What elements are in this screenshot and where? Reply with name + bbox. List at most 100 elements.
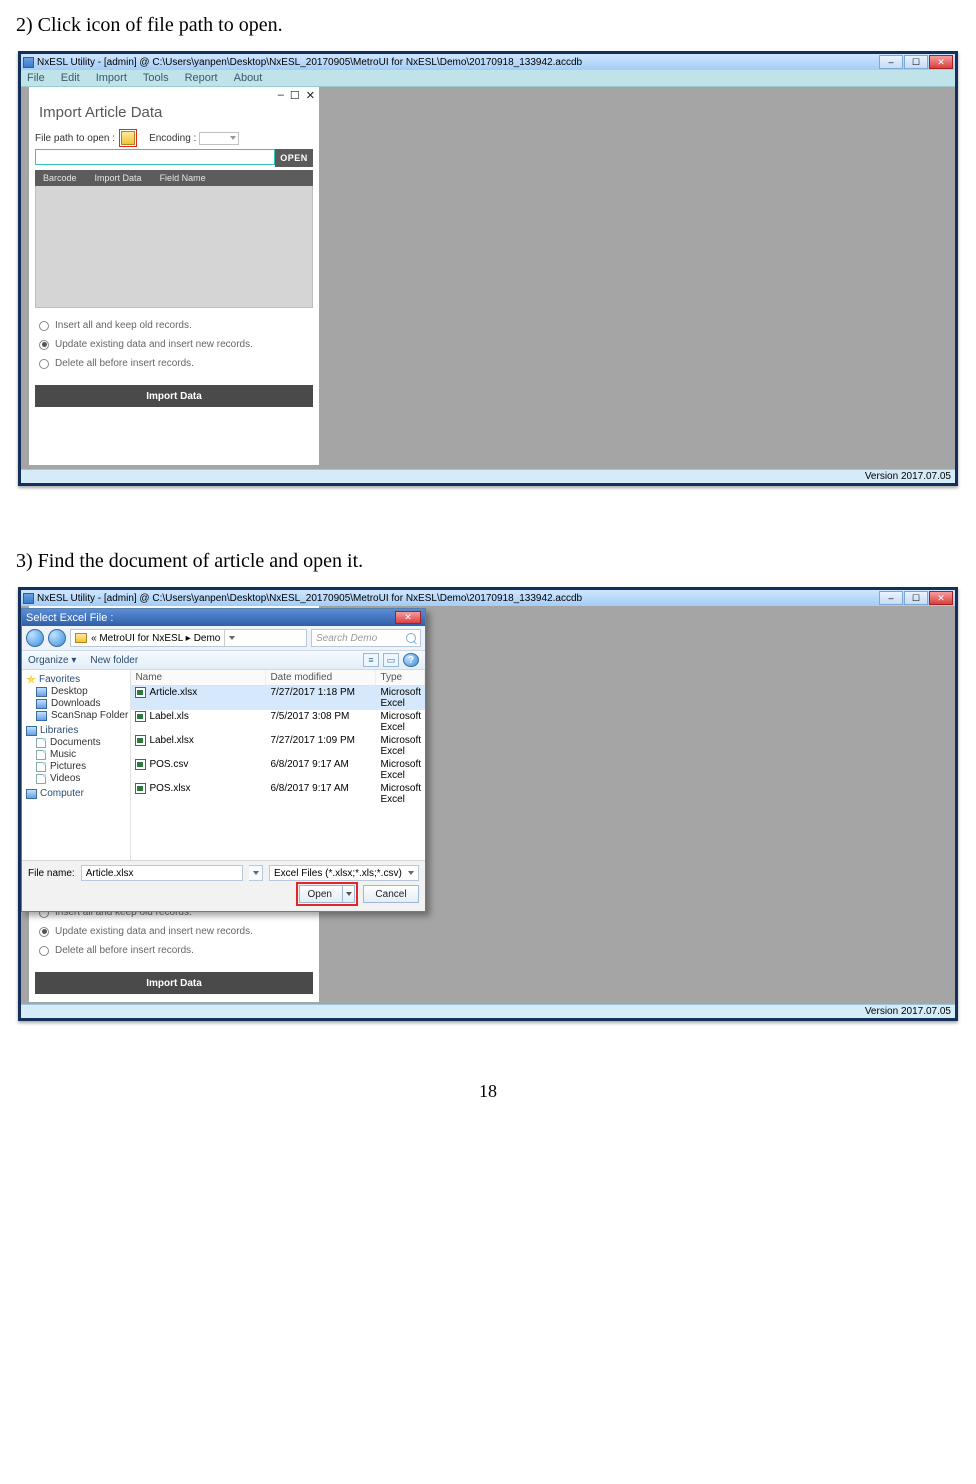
option-2-label-2: Update existing data and insert new reco…: [55, 926, 253, 937]
folder-icon[interactable]: [121, 131, 135, 145]
documents-icon: [36, 738, 46, 748]
chevron-down-icon[interactable]: [342, 886, 354, 902]
file-row-3[interactable]: POS.csv 6/8/2017 9:17 AM Microsoft Excel: [131, 758, 425, 782]
tab-barcode[interactable]: Barcode: [35, 170, 85, 186]
titlebar: NxESL Utility - [admin] @ C:\Users\yanpe…: [21, 54, 955, 70]
import-options: Insert all and keep old records. Update …: [29, 308, 319, 377]
filename-dropdown[interactable]: [249, 865, 263, 881]
workspace: – ☐ ✕ Import Article Data File path to o…: [21, 87, 955, 469]
dialog-bottom: File name: Article.xlsx Excel Files (*.x…: [22, 860, 425, 911]
nav-downloads[interactable]: Downloads: [51, 698, 100, 709]
col-name[interactable]: Name: [131, 670, 266, 685]
nav-pictures[interactable]: Pictures: [50, 761, 86, 772]
nav-pane: Favorites Desktop Downloads ScanSnap Fol…: [22, 670, 131, 860]
nav-documents[interactable]: Documents: [50, 737, 101, 748]
file-row-2[interactable]: Label.xlsx 7/27/2017 1:09 PM Microsoft E…: [131, 734, 425, 758]
search-input[interactable]: Search Demo: [311, 629, 421, 647]
nav-desktop[interactable]: Desktop: [51, 686, 88, 697]
import-tabs: Barcode Import Data Field Name: [35, 170, 313, 186]
file-row-1[interactable]: Label.xls 7/5/2017 3:08 PM Microsoft Exc…: [131, 710, 425, 734]
nav-forward-button[interactable]: [48, 629, 66, 647]
filename-input[interactable]: Article.xlsx: [81, 865, 243, 881]
encoding-label: Encoding :: [149, 133, 196, 144]
list-header: Name Date modified Type: [131, 670, 425, 686]
computer-icon: [26, 789, 37, 799]
window-close-button[interactable]: ✕: [929, 55, 953, 69]
open-button[interactable]: OPEN: [275, 149, 313, 167]
import-data-button-2[interactable]: Import Data: [35, 972, 313, 994]
menu-tools[interactable]: Tools: [143, 72, 169, 84]
nav-music[interactable]: Music: [50, 749, 76, 760]
menu-file[interactable]: File: [27, 72, 45, 84]
col-type[interactable]: Type: [376, 670, 425, 685]
step-3-text: 3) Find the document of article and open…: [16, 550, 960, 573]
nav-scansnap[interactable]: ScanSnap Folder: [51, 710, 128, 721]
file-row-0[interactable]: Article.xlsx 7/27/2017 1:18 PM Microsoft…: [131, 686, 425, 710]
dialog-titlebar: Select Excel File : ✕: [22, 609, 425, 626]
window-minimize-button-2[interactable]: –: [879, 591, 903, 605]
encoding-combo[interactable]: [199, 132, 239, 145]
window-maximize-button[interactable]: ☐: [904, 55, 928, 69]
filetype-select[interactable]: Excel Files (*.xlsx;*.xls;*.csv): [269, 865, 419, 881]
organize-button[interactable]: Organize ▾: [28, 655, 76, 666]
file-row-4[interactable]: POS.xlsx 6/8/2017 9:17 AM Microsoft Exce…: [131, 782, 425, 806]
help-button[interactable]: ?: [403, 653, 419, 667]
excel-icon: [135, 735, 146, 746]
radio-update-insert-2[interactable]: [39, 927, 49, 937]
newfolder-button[interactable]: New folder: [90, 655, 138, 666]
nav-videos[interactable]: Videos: [50, 773, 80, 784]
file-list: Name Date modified Type Article.xlsx 7/2…: [131, 670, 425, 860]
preview-button[interactable]: ▭: [383, 653, 399, 667]
window-minimize-button[interactable]: –: [879, 55, 903, 69]
titlebar-2: NxESL Utility - [admin] @ C:\Users\yanpe…: [21, 590, 955, 606]
panel-close-icon[interactable]: ✕: [306, 89, 315, 102]
tab-fieldname[interactable]: Field Name: [152, 170, 214, 186]
nav-computer[interactable]: Computer: [40, 788, 84, 799]
nav-back-button[interactable]: [26, 629, 44, 647]
option-2-label: Update existing data and insert new reco…: [55, 339, 253, 350]
address-bar[interactable]: « MetroUI for NxESL ▸ Demo: [70, 629, 307, 647]
dialog-title-text: Select Excel File :: [26, 612, 113, 624]
radio-delete-before-2[interactable]: [39, 946, 49, 956]
open-file-button[interactable]: Open: [299, 885, 355, 903]
option-3-label-2: Delete all before insert records.: [55, 945, 194, 956]
menu-import[interactable]: Import: [96, 72, 127, 84]
menu-report[interactable]: Report: [185, 72, 218, 84]
search-icon: [406, 633, 416, 643]
page-number: 18: [16, 1081, 960, 1102]
menu-edit[interactable]: Edit: [61, 72, 80, 84]
panel-maximize-icon[interactable]: ☐: [290, 89, 300, 102]
panel-minimize-icon[interactable]: –: [278, 89, 284, 102]
titlebar-text: NxESL Utility - [admin] @ C:\Users\yanpe…: [37, 57, 879, 68]
panel-title: Import Article Data: [29, 102, 319, 129]
star-icon: [26, 675, 36, 685]
downloads-icon: [36, 699, 47, 709]
statusbar: Version 2017.07.05: [21, 469, 955, 483]
file-path-input[interactable]: [35, 149, 275, 165]
folder-icon-2: [75, 633, 87, 643]
excel-icon: [135, 687, 146, 698]
window-maximize-button-2[interactable]: ☐: [904, 591, 928, 605]
filename-label: File name:: [28, 868, 75, 879]
radio-update-insert[interactable]: [39, 340, 49, 350]
libraries-icon: [26, 726, 37, 736]
address-dropdown[interactable]: [224, 629, 238, 647]
view-button[interactable]: ≡: [363, 653, 379, 667]
nav-libraries[interactable]: Libraries: [40, 725, 78, 736]
tab-importdata[interactable]: Import Data: [87, 170, 150, 186]
radio-insert-keep[interactable]: [39, 321, 49, 331]
cancel-button[interactable]: Cancel: [363, 885, 419, 903]
window-close-button-2[interactable]: ✕: [929, 591, 953, 605]
excel-icon: [135, 759, 146, 770]
col-date[interactable]: Date modified: [266, 670, 376, 685]
menu-about[interactable]: About: [234, 72, 263, 84]
breadcrumb-prefix: « MetroUI for NxESL ▸: [91, 633, 191, 644]
excel-icon: [135, 711, 146, 722]
statusbar-2: Version 2017.07.05: [21, 1004, 955, 1018]
nav-favorites[interactable]: Favorites: [39, 674, 80, 685]
dialog-close-button[interactable]: ✕: [395, 611, 421, 624]
desktop-icon: [36, 687, 47, 697]
radio-delete-before[interactable]: [39, 359, 49, 369]
app-window-2: NxESL Utility - [admin] @ C:\Users\yanpe…: [18, 587, 958, 1021]
import-data-button[interactable]: Import Data: [35, 385, 313, 407]
